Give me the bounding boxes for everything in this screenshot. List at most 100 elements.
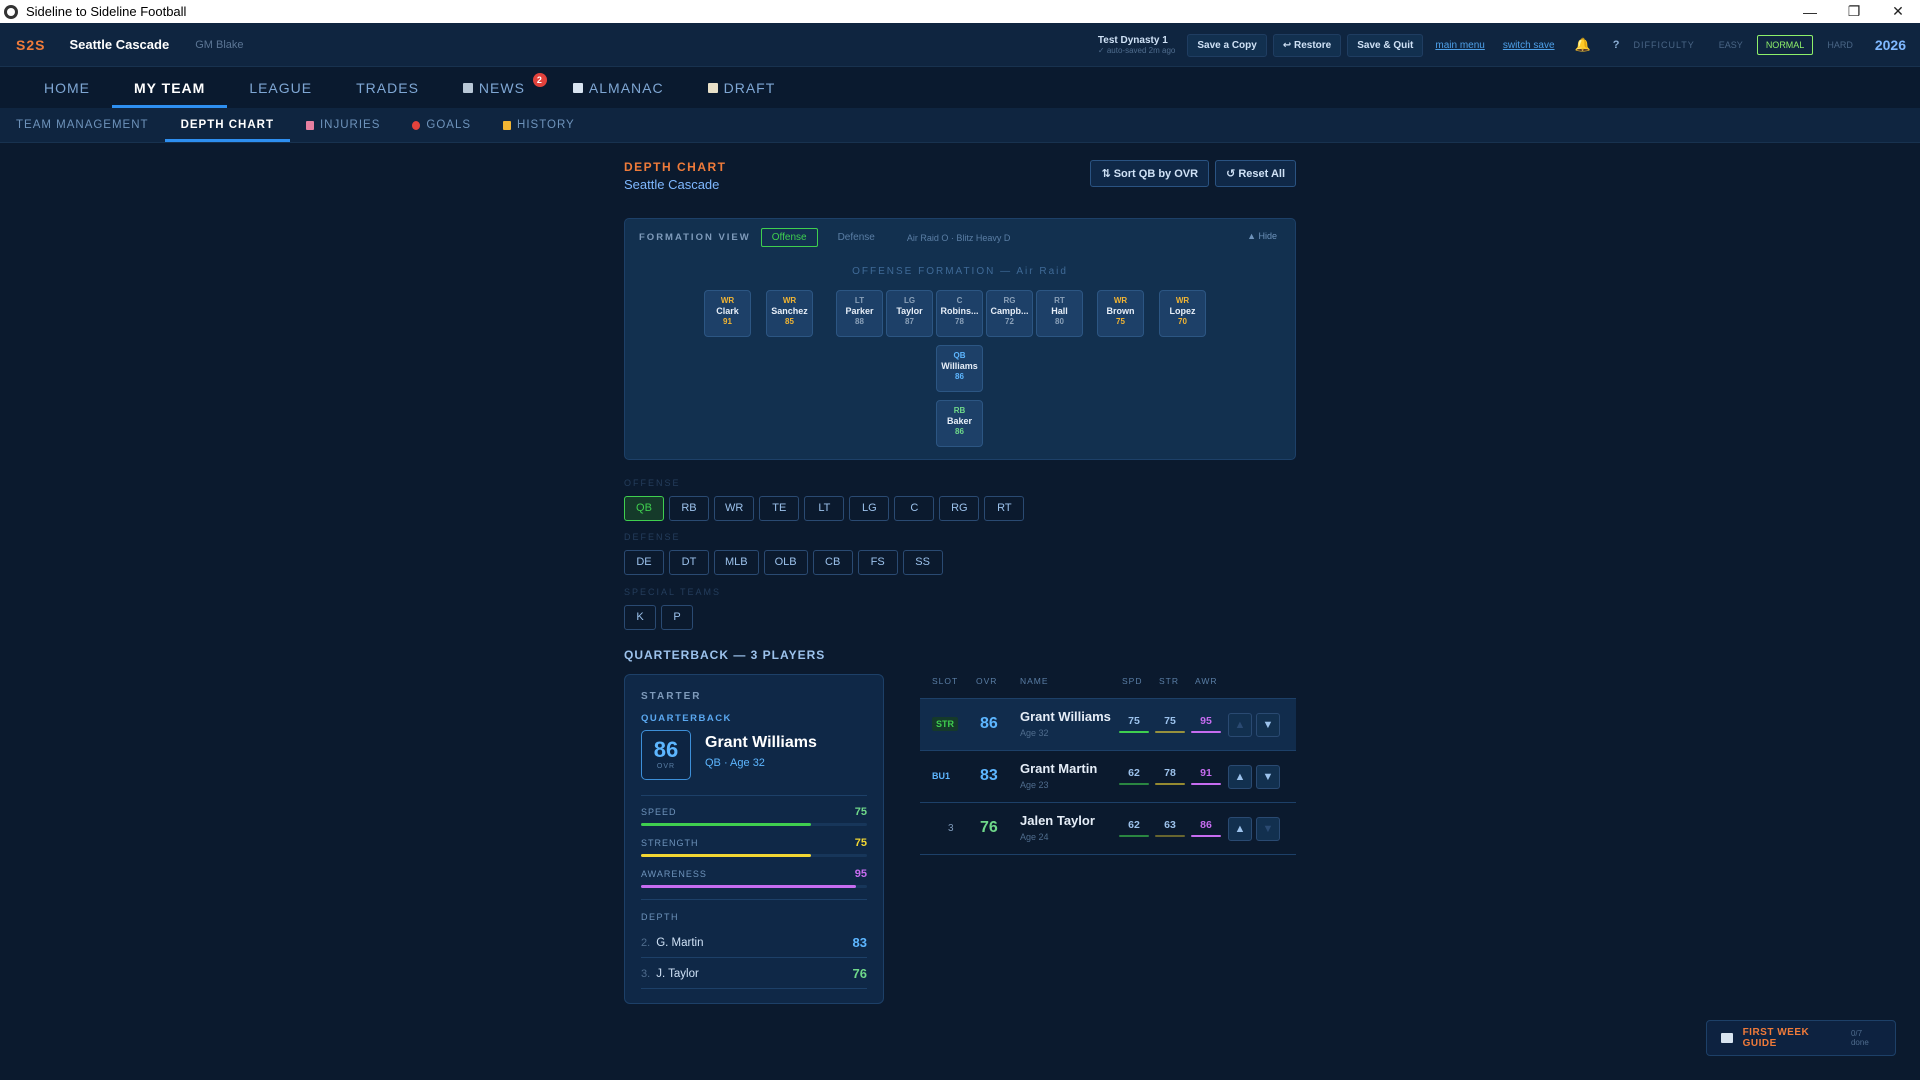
player-rating: 80	[1055, 317, 1064, 326]
close-icon[interactable]: ✕	[1876, 3, 1920, 20]
position-filter-ss[interactable]: SS	[902, 550, 943, 575]
app-logo[interactable]: S2S	[16, 37, 45, 53]
col-str: STR	[1159, 676, 1179, 686]
switch-save-link[interactable]: switch save	[1503, 40, 1555, 51]
formation-player-card[interactable]: LT Parker 88	[836, 290, 883, 337]
depth-list-item[interactable]: 2. G. Martin 83	[641, 928, 867, 958]
formation-player-card[interactable]: WR Clark 91	[704, 290, 751, 337]
difficulty-hard[interactable]: HARD	[1819, 36, 1861, 54]
formation-header: FORMATION VIEW Offense Defense Air Raid …	[639, 228, 1010, 247]
stat-strength: STRENGTH 75	[641, 837, 867, 857]
formation-player-card[interactable]: QB Williams 86	[936, 345, 983, 392]
formation-player-card[interactable]: RG Campb... 72	[986, 290, 1033, 337]
player-rating: 86	[955, 372, 964, 381]
player-position: C	[956, 296, 963, 305]
move-up-button[interactable]: ▲	[1228, 713, 1252, 737]
nav-draft[interactable]: DRAFT	[686, 67, 798, 108]
stat-bar	[641, 885, 867, 888]
formation-player-card[interactable]: WR Lopez 70	[1159, 290, 1206, 337]
position-filter-mlb[interactable]: MLB	[714, 550, 759, 575]
tab-history[interactable]: HISTORY	[487, 108, 591, 142]
stat-value: 75	[854, 806, 867, 818]
move-up-button[interactable]: ▲	[1228, 765, 1252, 789]
tab-team-management[interactable]: TEAM MANAGEMENT	[0, 108, 165, 142]
help-button[interactable]: ?	[1613, 39, 1620, 51]
special-teams-position-filters: K P	[624, 605, 693, 630]
nav-league[interactable]: LEAGUE	[227, 67, 334, 108]
tab-depth-chart[interactable]: DEPTH CHART	[164, 108, 291, 142]
nav-home[interactable]: HOME	[22, 67, 112, 108]
stat-bar	[641, 854, 867, 857]
nav-almanac[interactable]: ALMANAC	[551, 67, 686, 108]
nav-label: ALMANAC	[588, 79, 664, 96]
nav-label: TRADES	[356, 79, 419, 96]
reset-all-button[interactable]: ↺ Reset All	[1215, 160, 1296, 187]
position-filter-rg[interactable]: RG	[939, 496, 980, 521]
restore-window-icon[interactable]: ❐	[1832, 3, 1876, 20]
position-filter-cb[interactable]: CB	[812, 550, 853, 575]
depth-list-item[interactable]: 3. J. Taylor 76	[641, 959, 867, 989]
position-filter-p[interactable]: P	[661, 605, 693, 630]
tab-label: DEPTH CHART	[180, 119, 274, 131]
position-filter-rb[interactable]: RB	[669, 496, 709, 521]
depth-label: DEPTH	[641, 912, 680, 922]
row-ovr: 83	[980, 767, 998, 784]
position-filter-c[interactable]: C	[894, 496, 935, 521]
autosave-status: ✓ auto-saved 2m ago	[1097, 46, 1176, 55]
formation-player-card[interactable]: WR Sanchez 85	[766, 290, 813, 337]
table-row[interactable]: 3 76 Jalen Taylor Age 24 62 63 86 ▲ ▼	[920, 803, 1296, 855]
nav-my-team[interactable]: MY TEAM	[112, 67, 228, 108]
table-row[interactable]: STR 86 Grant Williams Age 32 75 75 95 ▲ …	[920, 699, 1296, 751]
position-filter-te[interactable]: TE	[759, 496, 800, 521]
stat-underline	[1119, 835, 1149, 837]
tab-injuries[interactable]: INJURIES	[290, 108, 396, 142]
position-filter-rt[interactable]: RT	[984, 496, 1025, 521]
position-filter-wr[interactable]: WR	[714, 496, 755, 521]
formation-player-card[interactable]: RT Hall 80	[1036, 290, 1083, 337]
main-menu-link[interactable]: main menu	[1435, 40, 1484, 51]
formation-player-card[interactable]: C Robins... 78	[936, 290, 983, 337]
difficulty-normal[interactable]: NORMAL	[1756, 35, 1814, 55]
save-quit-button[interactable]: Save & Quit	[1347, 33, 1424, 57]
bell-icon[interactable]: 🔔	[1575, 37, 1591, 53]
depth-player-ovr: 76	[852, 966, 867, 981]
formation-panel: FORMATION VIEW Offense Defense Air Raid …	[624, 218, 1296, 460]
position-filter-qb[interactable]: QB	[624, 496, 664, 521]
formation-player-card[interactable]: RB Baker 86	[936, 400, 983, 447]
nav-news[interactable]: NEWS 2	[441, 67, 551, 108]
position-filter-lt[interactable]: LT	[804, 496, 845, 521]
position-filter-dt[interactable]: DT	[669, 550, 709, 575]
stat-speed: SPEED 75	[641, 806, 867, 826]
row-spd: 75	[1119, 715, 1149, 733]
first-week-guide-button[interactable]: FIRST WEEK GUIDE 0/7 done	[1706, 1020, 1896, 1056]
position-filter-de[interactable]: DE	[624, 550, 664, 575]
position-filter-olb[interactable]: OLB	[763, 550, 808, 575]
nav-trades[interactable]: TRADES	[334, 67, 441, 108]
stat-bar-fill	[641, 854, 811, 857]
difficulty-easy[interactable]: EASY	[1711, 36, 1751, 54]
move-down-button[interactable]: ▼	[1256, 817, 1280, 841]
position-filter-lg[interactable]: LG	[849, 496, 890, 521]
sort-qb-button[interactable]: ⇅ Sort QB by OVR	[1090, 160, 1210, 187]
formation-player-card[interactable]: LG Taylor 87	[886, 290, 933, 337]
save-copy-button[interactable]: Save a Copy	[1187, 33, 1267, 57]
starter-label: STARTER	[641, 691, 702, 702]
move-down-button[interactable]: ▼	[1256, 713, 1280, 737]
formation-tab-defense[interactable]: Defense	[828, 229, 885, 246]
row-str: 75	[1155, 715, 1185, 733]
newspaper-icon	[462, 82, 473, 93]
tab-label: HISTORY	[517, 119, 575, 131]
table-row[interactable]: BU1 83 Grant Martin Age 23 62 78 91 ▲ ▼	[920, 751, 1296, 803]
player-position: WR	[1113, 296, 1128, 305]
position-filter-k[interactable]: K	[624, 605, 656, 630]
formation-player-card[interactable]: WR Brown 75	[1097, 290, 1144, 337]
tab-goals[interactable]: GOALS	[396, 108, 487, 142]
move-up-button[interactable]: ▲	[1228, 817, 1252, 841]
position-filter-fs[interactable]: FS	[857, 550, 898, 575]
minimize-icon[interactable]: —	[1788, 4, 1832, 20]
hide-formation-button[interactable]: ▲ Hide	[1247, 231, 1277, 241]
restore-button[interactable]: ↩ Restore	[1272, 33, 1342, 57]
formation-tab-offense[interactable]: Offense	[760, 228, 818, 247]
starter-ovr-badge: 86 OVR	[641, 730, 691, 780]
move-down-button[interactable]: ▼	[1256, 765, 1280, 789]
